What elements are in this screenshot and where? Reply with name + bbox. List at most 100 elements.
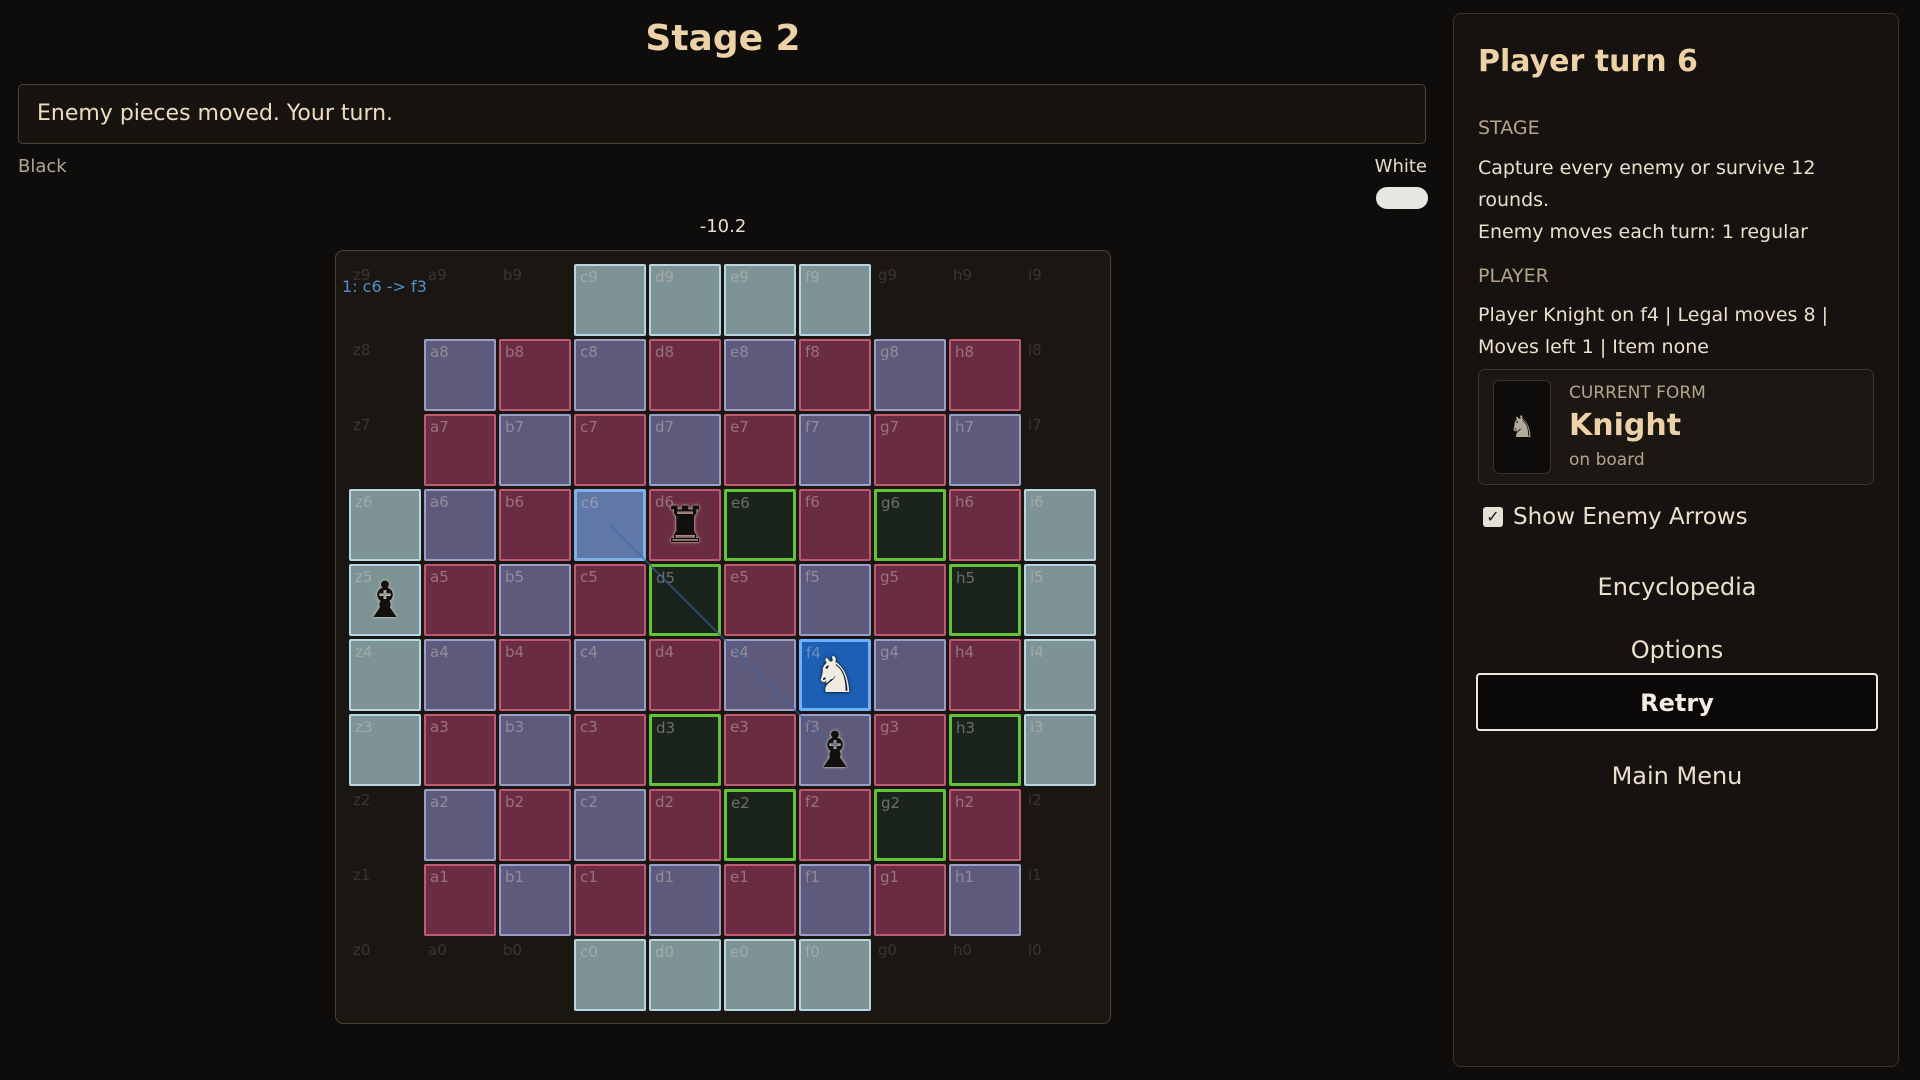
enemy-bishop-piece[interactable]: ♝ (351, 566, 419, 634)
board-square-i5[interactable]: i5 (1024, 564, 1096, 636)
board-square-i4[interactable]: i4 (1024, 639, 1096, 711)
board-square-c2[interactable]: c2 (574, 789, 646, 861)
board-square-c3[interactable]: c3 (574, 714, 646, 786)
board-square-c5[interactable]: c5 (574, 564, 646, 636)
board-square-d3[interactable]: d3 (649, 714, 721, 786)
board-square-c4[interactable]: c4 (574, 639, 646, 711)
board-square-d0[interactable]: d0 (649, 939, 721, 1011)
board-square-b6[interactable]: b6 (499, 489, 571, 561)
board-square-a8[interactable]: a8 (424, 339, 496, 411)
board-square-e7[interactable]: e7 (724, 414, 796, 486)
board-square-f0[interactable]: f0 (799, 939, 871, 1011)
side-toggle[interactable] (1376, 187, 1428, 209)
board-square-h5[interactable]: h5 (949, 564, 1021, 636)
board-square-c7[interactable]: c7 (574, 414, 646, 486)
board-square-e2[interactable]: e2 (724, 789, 796, 861)
board-square-f5[interactable]: f5 (799, 564, 871, 636)
board-square-c1[interactable]: c1 (574, 864, 646, 936)
square-label: a2 (430, 793, 449, 811)
board-square-c6[interactable]: c6 (574, 489, 646, 561)
square-label: e3 (730, 718, 749, 736)
enemy-bishop-piece[interactable]: ♝ (801, 716, 869, 784)
board-square-e6[interactable]: e6 (724, 489, 796, 561)
show-enemy-arrows-toggle[interactable]: ✓ Show Enemy Arrows (1483, 504, 1748, 530)
board-square-d6[interactable]: d6 ♜ (649, 489, 721, 561)
board-square-f2[interactable]: f2 (799, 789, 871, 861)
board-square-f3[interactable]: f3 ♝ (799, 714, 871, 786)
board-square-b2[interactable]: b2 (499, 789, 571, 861)
board-square-g4[interactable]: g4 (874, 639, 946, 711)
status-message: Enemy pieces moved. Your turn. (18, 84, 1426, 144)
board-square-d1[interactable]: d1 (649, 864, 721, 936)
board-square-a3[interactable]: a3 (424, 714, 496, 786)
board-square-h1[interactable]: h1 (949, 864, 1021, 936)
board-square-c8[interactable]: c8 (574, 339, 646, 411)
board-square-d8[interactable]: d8 (649, 339, 721, 411)
board-square-f1[interactable]: f1 (799, 864, 871, 936)
board-square-g1[interactable]: g1 (874, 864, 946, 936)
board-square-d2[interactable]: d2 (649, 789, 721, 861)
encyclopedia-button[interactable]: Encyclopedia (1476, 559, 1878, 617)
board-square-e9[interactable]: e9 (724, 264, 796, 336)
board-square-h8[interactable]: h8 (949, 339, 1021, 411)
board-square-e0[interactable]: e0 (724, 939, 796, 1011)
board-square-z4[interactable]: z4 (349, 639, 421, 711)
board-square-b8[interactable]: b8 (499, 339, 571, 411)
show-enemy-arrows-checkbox[interactable]: ✓ (1483, 507, 1503, 527)
board-square-f7[interactable]: f7 (799, 414, 871, 486)
board-square-g6[interactable]: g6 (874, 489, 946, 561)
board-square-a1[interactable]: a1 (424, 864, 496, 936)
board-square-d5[interactable]: d5 (649, 564, 721, 636)
board-square-e3[interactable]: e3 (724, 714, 796, 786)
retry-button[interactable]: Retry (1476, 673, 1878, 731)
white-side-label: White (1374, 156, 1427, 177)
board-square-b4[interactable]: b4 (499, 639, 571, 711)
board-square-i3[interactable]: i3 (1024, 714, 1096, 786)
board-square-a2[interactable]: a2 (424, 789, 496, 861)
main-menu-button[interactable]: Main Menu (1476, 748, 1878, 806)
board-square-b5[interactable]: b5 (499, 564, 571, 636)
board-square-e1[interactable]: e1 (724, 864, 796, 936)
board-square-z6[interactable]: z6 (349, 489, 421, 561)
board-square-a9: a9 (424, 264, 496, 336)
board-square-c9[interactable]: c9 (574, 264, 646, 336)
board-square-a4[interactable]: a4 (424, 639, 496, 711)
square-label: f1 (805, 868, 820, 886)
board-square-b1[interactable]: b1 (499, 864, 571, 936)
square-label: c7 (580, 418, 598, 436)
board-square-a6[interactable]: a6 (424, 489, 496, 561)
board-square-z3[interactable]: z3 (349, 714, 421, 786)
board-square-h3[interactable]: h3 (949, 714, 1021, 786)
board-square-f9[interactable]: f9 (799, 264, 871, 336)
board-square-e4[interactable]: e4 (724, 639, 796, 711)
board-square-g7[interactable]: g7 (874, 414, 946, 486)
board-square-g3[interactable]: g3 (874, 714, 946, 786)
board-square-f6[interactable]: f6 (799, 489, 871, 561)
board-square-f8[interactable]: f8 (799, 339, 871, 411)
board-square-h2[interactable]: h2 (949, 789, 1021, 861)
board-square-h4[interactable]: h4 (949, 639, 1021, 711)
board-square-f4[interactable]: f4 ♞ (799, 639, 871, 711)
board-square-g8[interactable]: g8 (874, 339, 946, 411)
board-square-h7[interactable]: h7 (949, 414, 1021, 486)
board-square-b7[interactable]: b7 (499, 414, 571, 486)
board-square-a5[interactable]: a5 (424, 564, 496, 636)
board-square-e8[interactable]: e8 (724, 339, 796, 411)
board-square-z5[interactable]: z5 ♝ (349, 564, 421, 636)
player-knight-piece[interactable]: ♞ (802, 642, 868, 708)
board-square-d7[interactable]: d7 (649, 414, 721, 486)
board-square-h6[interactable]: h6 (949, 489, 1021, 561)
board-square-e5[interactable]: e5 (724, 564, 796, 636)
board-square-c0[interactable]: c0 (574, 939, 646, 1011)
square-label: i7 (1028, 416, 1042, 434)
board-square-a7[interactable]: a7 (424, 414, 496, 486)
board-square-b3[interactable]: b3 (499, 714, 571, 786)
board-square-d9[interactable]: d9 (649, 264, 721, 336)
options-button[interactable]: Options (1476, 622, 1878, 680)
enemy-rook-piece[interactable]: ♜ (651, 491, 719, 559)
square-label: e1 (730, 868, 749, 886)
board-square-g5[interactable]: g5 (874, 564, 946, 636)
board-square-i6[interactable]: i6 (1024, 489, 1096, 561)
board-square-d4[interactable]: d4 (649, 639, 721, 711)
board-square-g2[interactable]: g2 (874, 789, 946, 861)
